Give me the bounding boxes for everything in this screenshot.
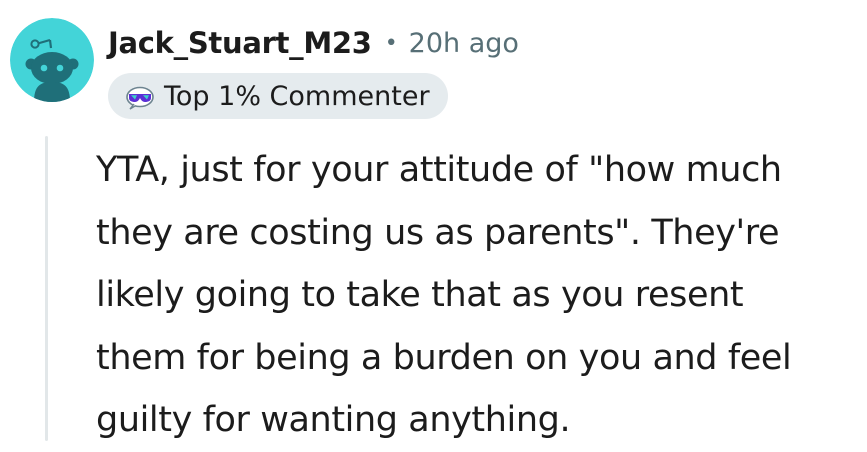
comment-meta: Jack_Stuart_M23 • 20h ago [108,20,519,66]
comment-timestamp[interactable]: 20h ago [409,28,519,59]
comment: Jack_Stuart_M23 • 20h ago Top 1% Comment… [0,0,867,441]
user-flair-badge: Top 1% Commenter [108,73,448,119]
meta-separator: • [384,30,398,56]
author-username[interactable]: Jack_Stuart_M23 [108,26,372,60]
thread-collapse-line[interactable] [45,136,48,441]
author-avatar[interactable] [10,18,94,102]
comment-body: YTA, just for your attitude of "how much… [96,139,862,452]
comment-body-line: them for being a burden on you and feel [96,337,792,378]
comment-body-line: they are costing us as parents". They're [96,212,780,253]
comment-body-line: likely going to take that as you resent [96,275,744,315]
sunglasses-snoo-icon [124,82,156,110]
flair-label: Top 1% Commenter [164,80,430,112]
comment-body-line: guilty for wanting anything. [96,400,571,440]
comment-body-line: YTA, just for your attitude of "how much [96,150,782,190]
snoo-avatar-icon [10,18,94,102]
